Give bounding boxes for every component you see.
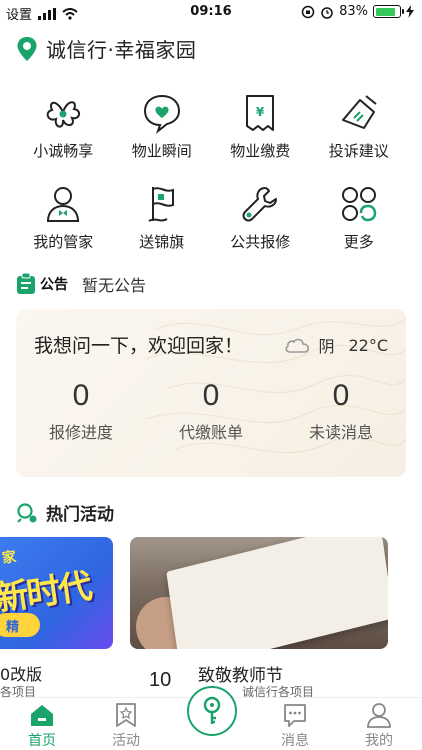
message-icon <box>284 704 306 727</box>
notice-clipboard-icon <box>17 273 35 294</box>
stat-payment-bills[interactable]: 0 代缴账单 <box>146 379 276 443</box>
charging-icon <box>406 5 414 18</box>
service-grid: 小诚畅享 物业瞬间 ¥ 物业缴费 投诉建议 我的管家 送锦旗 公共报修 更多 <box>14 92 408 252</box>
location-pin-icon <box>17 36 37 61</box>
stat-label: 未读消息 <box>308 423 373 442</box>
service-label: 小诚畅享 <box>33 142 94 160</box>
home-icon <box>31 705 53 726</box>
community-header[interactable]: 诚信行·幸福家园 <box>16 34 196 63</box>
tab-activities[interactable]: 活动 <box>91 702 161 750</box>
battery-level <box>375 7 395 16</box>
banner-flag-icon <box>148 187 174 222</box>
payment-bill-icon: ¥ <box>246 95 275 131</box>
tab-label: 活动 <box>112 733 140 749</box>
paper-shape <box>166 537 388 649</box>
stat-value: 0 <box>332 379 350 412</box>
service-label: 送锦旗 <box>139 233 185 251</box>
stat-repair-progress[interactable]: 0 报修进度 <box>16 379 146 443</box>
notice-text: 暂无公告 <box>82 276 147 295</box>
stat-value: 0 <box>72 379 90 412</box>
service-property-moments[interactable]: 物业瞬间 <box>113 92 212 161</box>
clover-share-icon <box>46 101 81 128</box>
service-more[interactable]: 更多 <box>310 183 409 252</box>
weather-widget: 阴 22°C <box>284 333 388 357</box>
battery-percent: 83% <box>339 4 368 19</box>
service-label: 投诉建议 <box>328 142 389 160</box>
weather-condition: 阴 <box>318 337 335 356</box>
banner-small-text: 家 <box>1 549 18 567</box>
stat-label: 代缴账单 <box>178 423 243 442</box>
activity-card-main-image[interactable] <box>130 537 388 649</box>
service-send-banner[interactable]: 送锦旗 <box>113 183 212 252</box>
weather-temperature: 22°C <box>348 335 388 355</box>
activity-left-subcaption: 各项目 <box>0 685 37 697</box>
activity-card-left-image[interactable]: 家 新时代 精 <box>0 537 113 649</box>
profile-icon <box>367 703 391 728</box>
tab-messages[interactable]: 消息 <box>260 702 330 750</box>
service-public-repair[interactable]: 公共报修 <box>211 183 310 252</box>
notice-bar[interactable]: 公告 暂无公告 <box>16 272 146 296</box>
notice-tag-label: 公告 <box>40 277 68 293</box>
banner-pill-text: 精 <box>0 613 40 637</box>
butler-icon <box>47 187 80 222</box>
wrench-icon <box>242 187 278 222</box>
stat-value: 0 <box>202 379 220 412</box>
bottom-tab-bar: 首页 活动 消息 我的 <box>0 686 422 750</box>
more-grid-icon <box>341 187 377 222</box>
notice-tag: 公告 <box>16 273 68 295</box>
welcome-card: 我想问一下，欢迎回家！ 阴 22°C 0 报修进度 0 代缴账单 0 未读消息 <box>16 309 406 477</box>
service-label: 更多 <box>343 233 374 251</box>
stat-unread-messages[interactable]: 0 未读消息 <box>276 379 406 443</box>
stats-row: 0 报修进度 0 代缴账单 0 未读消息 <box>16 379 406 443</box>
hot-activities-icon <box>17 502 37 523</box>
activities-carousel[interactable]: 家 新时代 精 0改版 各项目 10 致敬教师节 诚信行各项目 <box>0 537 422 697</box>
feedback-pen-icon <box>341 95 377 129</box>
service-my-butler[interactable]: 我的管家 <box>14 183 113 252</box>
status-bar: 设置 09:16 83% <box>0 0 422 24</box>
welcome-greeting: 我想问一下，欢迎回家！ <box>34 335 244 357</box>
service-complaint-suggestion[interactable]: 投诉建议 <box>310 92 409 161</box>
tab-label: 我的 <box>365 733 393 749</box>
service-label: 物业瞬间 <box>131 142 192 160</box>
activity-bookmark-icon <box>116 703 136 727</box>
svg-text:¥: ¥ <box>256 105 265 119</box>
activity-left-caption: 0改版 <box>0 665 43 684</box>
tab-profile[interactable]: 我的 <box>344 702 414 750</box>
alarm-icon <box>321 6 333 19</box>
heart-bubble-icon <box>143 94 180 134</box>
key-icon <box>203 696 221 724</box>
service-label: 公共报修 <box>230 233 291 251</box>
service-label: 物业缴费 <box>230 142 291 160</box>
tab-label: 消息 <box>281 733 309 749</box>
service-property-payment[interactable]: ¥ 物业缴费 <box>211 92 310 161</box>
battery-icon <box>373 5 404 18</box>
key-button[interactable] <box>187 686 237 736</box>
hot-activities-title: 热门活动 <box>46 505 114 525</box>
community-title: 诚信行·幸福家园 <box>46 38 197 62</box>
orientation-lock-icon <box>301 5 315 18</box>
service-label: 我的管家 <box>33 233 94 251</box>
tab-label: 首页 <box>28 733 56 749</box>
activity-date: 10 <box>149 669 172 691</box>
status-right: 83% <box>301 4 414 19</box>
activity-main-subcaption: 诚信行各项目 <box>242 685 315 697</box>
banner-big-text: 新时代 <box>0 566 93 620</box>
stat-label: 报修进度 <box>48 423 113 442</box>
service-xiaocheng-share[interactable]: 小诚畅享 <box>14 92 113 161</box>
hot-activities-header: 热门活动 <box>16 500 114 525</box>
cloud-icon <box>285 338 310 353</box>
tab-home[interactable]: 首页 <box>7 702 77 750</box>
